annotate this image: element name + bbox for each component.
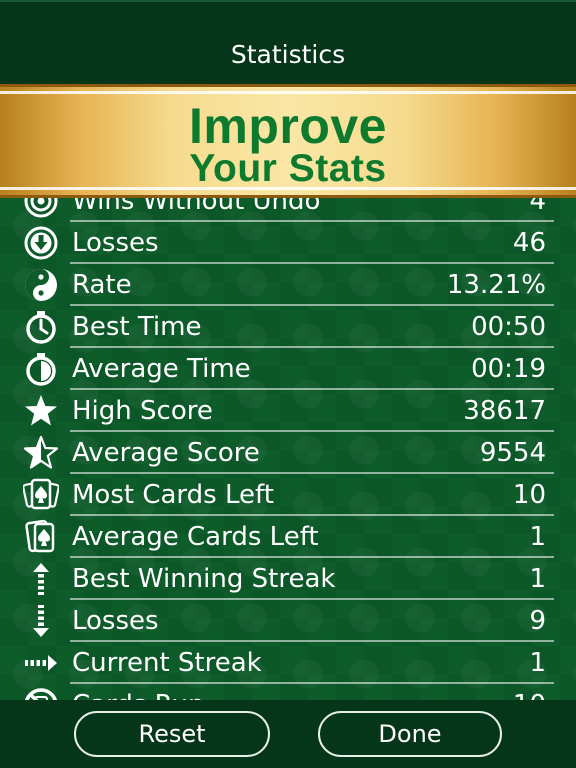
stat-row-wins-without-undo: Wins Without Undo 4 [0,198,576,222]
stat-label: Most Cards Left [72,480,274,510]
down-arrow-circle-icon [22,224,60,262]
stat-label: Cards Run [72,690,205,700]
stat-label: Wins Without Undo [72,198,321,216]
stopwatch-half-icon [22,350,60,388]
stat-row-high-score: High Score 38617 [0,390,576,432]
stopwatch-icon [22,308,60,346]
stat-value: 46 [512,228,546,258]
title-bar: Statistics [0,0,576,86]
stat-value: 00:50 [471,312,546,342]
stat-row-rate: Rate 13.21% [0,264,576,306]
star-icon [22,392,60,430]
half-star-icon [22,434,60,472]
footer-bar: Reset Done [0,700,576,768]
stat-value: 38617 [463,396,546,426]
stat-value: 9554 [479,438,546,468]
stat-label: Average Cards Left [72,522,319,552]
stats-list[interactable]: Wins Without Undo 4 Losses 46 Rate 13.21… [0,198,576,700]
stat-row-best-time: Best Time 00:50 [0,306,576,348]
stat-value: 9 [529,606,546,636]
dotted-up-arrow-icon [22,560,60,598]
reset-button[interactable]: Reset [74,711,270,757]
stat-label: Losses [72,606,159,636]
stat-row-best-winning-streak: Best Winning Streak 1 [0,558,576,600]
stat-row-losing-streak: Losses 9 [0,600,576,642]
no-cards-icon [22,686,60,700]
stat-label: High Score [72,396,213,426]
stat-label: Rate [72,270,132,300]
stat-value: 10 [513,690,546,700]
stat-value: 1 [529,564,546,594]
done-button[interactable]: Done [318,711,502,757]
stat-value: 1 [529,522,546,552]
stat-value: 00:19 [471,354,546,384]
stat-value: 1 [529,648,546,678]
stat-row-average-score: Average Score 9554 [0,432,576,474]
stat-row-average-cards-left: Average Cards Left 1 [0,516,576,558]
stat-row-average-time: Average Time 00:19 [0,348,576,390]
stat-row-most-cards-left: Most Cards Left 10 [0,474,576,516]
target-icon [22,198,60,220]
stat-row-current-streak: Current Streak 1 [0,642,576,684]
stat-value: 4 [529,198,546,216]
stat-label: Current Streak [72,648,262,678]
banner-line-2: Your Stats [189,147,387,190]
stat-row-losses: Losses 46 [0,222,576,264]
stat-row-cards-run: Cards Run 10 [0,684,576,700]
dotted-right-arrow-icon [22,644,60,682]
stat-label: Best Winning Streak [72,564,336,594]
improve-stats-banner[interactable]: Improve Your Stats [0,84,576,198]
yin-yang-icon [22,266,60,304]
stat-label: Average Score [72,438,260,468]
stat-value: 13.21% [446,270,546,300]
page-title: Statistics [230,40,346,69]
cards-spade-icon [22,476,60,514]
stat-label: Average Time [72,354,251,384]
stat-value: 10 [512,480,546,510]
stat-label: Losses [72,228,159,258]
card-spade-icon [22,518,60,556]
dotted-down-arrow-icon [22,602,60,640]
stat-label: Best Time [72,312,202,342]
